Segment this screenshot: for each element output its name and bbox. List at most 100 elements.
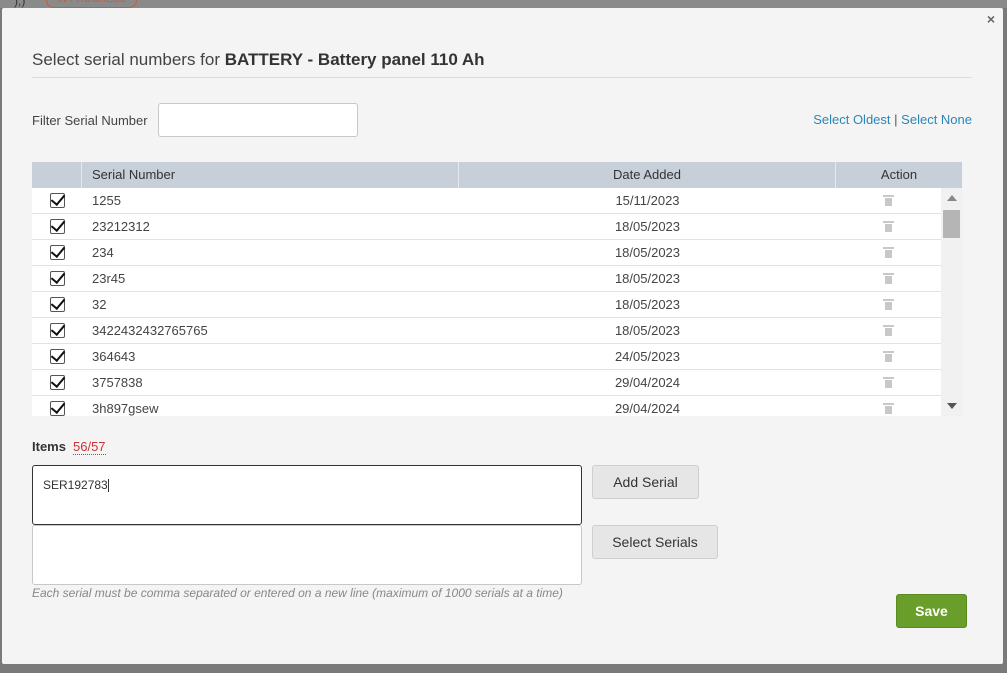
table-row[interactable]: 3h897gsew 29/04/2024 <box>32 396 941 416</box>
table-row[interactable]: 1255 15/11/2023 <box>32 188 941 214</box>
close-icon[interactable]: × <box>987 11 995 27</box>
table-row[interactable]: 32 18/05/2023 <box>32 292 941 318</box>
row-action-cell <box>836 403 941 414</box>
row-date-added: 29/04/2024 <box>614 375 681 390</box>
table-header: Serial Number Date Added Action <box>32 162 962 188</box>
trash-icon[interactable] <box>883 377 894 388</box>
row-action-cell <box>836 195 941 206</box>
header-date-added[interactable]: Date Added <box>459 162 836 188</box>
scroll-up-icon[interactable] <box>947 195 957 201</box>
trash-icon[interactable] <box>883 325 894 336</box>
row-date-added: 24/05/2023 <box>614 349 681 364</box>
row-checkbox-cell[interactable] <box>32 245 82 260</box>
checkbox-checked[interactable] <box>49 193 65 208</box>
serial-selection-modal: × Select serial numbers for BATTERY - Ba… <box>2 8 1003 664</box>
row-action-cell <box>836 273 941 284</box>
row-date-added: 18/05/2023 <box>614 219 681 234</box>
row-serial-number: 1255 <box>92 193 121 208</box>
save-button[interactable]: Save <box>896 594 967 628</box>
row-date-added: 29/04/2024 <box>614 401 681 416</box>
row-action-cell <box>836 299 941 310</box>
serial-entry-input[interactable]: SER192783 <box>32 465 582 525</box>
select-none-link[interactable]: Select None <box>901 112 972 127</box>
trash-icon[interactable] <box>883 351 894 362</box>
select-links: Select Oldest | Select None <box>813 112 972 127</box>
bulk-serial-textarea[interactable] <box>32 525 582 585</box>
row-action-cell <box>836 247 941 258</box>
table-row[interactable]: 364643 24/05/2023 <box>32 344 941 370</box>
scrollbar-thumb[interactable] <box>943 210 960 238</box>
checkbox-checked[interactable] <box>49 297 65 312</box>
row-checkbox-cell[interactable] <box>32 219 82 234</box>
background-glyph: ),) <box>14 0 26 8</box>
row-checkbox-cell[interactable] <box>32 349 82 364</box>
checkbox-checked[interactable] <box>49 401 65 416</box>
row-checkbox-cell[interactable] <box>32 297 82 312</box>
select-separator: | <box>894 112 898 127</box>
status-badge: IN PROGRESS <box>46 0 138 8</box>
table-body: 1255 15/11/2023 23212312 18/05/2023 234 18/05… <box>32 188 962 416</box>
row-checkbox-cell[interactable] <box>32 323 82 338</box>
table-row[interactable]: 23r45 18/05/2023 <box>32 266 941 292</box>
row-serial-number: 23r45 <box>92 271 126 286</box>
header-action: Action <box>880 167 918 182</box>
checkbox-checked[interactable] <box>49 349 65 364</box>
checkbox-checked[interactable] <box>49 219 65 234</box>
filter-serial-input[interactable] <box>158 103 358 137</box>
row-action-cell <box>836 221 941 232</box>
select-serials-button[interactable]: Select Serials <box>592 525 718 559</box>
trash-icon[interactable] <box>883 247 894 258</box>
text-caret <box>107 479 109 493</box>
add-serial-button[interactable]: Add Serial <box>592 465 699 499</box>
modal-title-prefix: Select serial numbers for <box>32 50 225 69</box>
table-scrollbar[interactable] <box>941 188 962 416</box>
table-row[interactable]: 234 18/05/2023 <box>32 240 941 266</box>
table-row[interactable]: 3422432432765765 18/05/2023 <box>32 318 941 344</box>
checkbox-checked[interactable] <box>49 245 65 260</box>
serial-table: Serial Number Date Added Action 1255 15/1… <box>32 162 962 416</box>
row-serial-number: 3757838 <box>92 375 143 390</box>
row-serial-number: 3422432432765765 <box>92 323 208 338</box>
row-date-added: 18/05/2023 <box>614 297 681 312</box>
modal-title: Select serial numbers for BATTERY - Batt… <box>32 50 485 70</box>
row-date-added: 18/05/2023 <box>614 245 681 260</box>
row-action-cell <box>836 377 941 388</box>
title-divider <box>32 77 972 78</box>
checkbox-checked[interactable] <box>49 271 65 286</box>
items-label: Items <box>32 439 66 454</box>
table-row[interactable]: 23212312 18/05/2023 <box>32 214 941 240</box>
page-backdrop-bottom <box>0 664 1007 673</box>
row-checkbox-cell[interactable] <box>32 401 82 416</box>
row-action-cell <box>836 325 941 336</box>
checkbox-checked[interactable] <box>49 375 65 390</box>
trash-icon[interactable] <box>883 273 894 284</box>
row-checkbox-cell[interactable] <box>32 193 82 208</box>
header-checkbox-column <box>32 162 82 188</box>
row-serial-number: 32 <box>92 297 107 312</box>
items-count: 56/57 <box>73 439 106 455</box>
trash-icon[interactable] <box>883 195 894 206</box>
scroll-down-icon[interactable] <box>947 403 957 409</box>
trash-icon[interactable] <box>883 299 894 310</box>
header-serial-number[interactable]: Serial Number <box>82 162 459 188</box>
modal-title-product: BATTERY - Battery panel 110 Ah <box>224 50 485 69</box>
select-oldest-link[interactable]: Select Oldest <box>813 112 890 127</box>
row-date-added: 15/11/2023 <box>615 193 680 208</box>
row-checkbox-cell[interactable] <box>32 271 82 286</box>
row-serial-number: 234 <box>92 245 114 260</box>
row-serial-number: 364643 <box>92 349 136 364</box>
page-backdrop: ),) IN PROGRESS <box>0 0 1007 8</box>
serial-entry-value: SER192783 <box>43 478 108 492</box>
trash-icon[interactable] <box>883 403 894 414</box>
row-serial-number: 3h897gsew <box>92 401 159 416</box>
row-date-added: 18/05/2023 <box>614 271 681 286</box>
filter-label: Filter Serial Number <box>32 113 148 128</box>
checkbox-checked[interactable] <box>49 323 65 338</box>
trash-icon[interactable] <box>883 221 894 232</box>
serial-hint-text: Each serial must be comma separated or e… <box>32 586 563 600</box>
row-action-cell <box>836 351 941 362</box>
row-checkbox-cell[interactable] <box>32 375 82 390</box>
row-serial-number: 23212312 <box>92 219 150 234</box>
table-row[interactable]: 3757838 29/04/2024 <box>32 370 941 396</box>
table-rows: 1255 15/11/2023 23212312 18/05/2023 234 18/05… <box>32 188 962 416</box>
